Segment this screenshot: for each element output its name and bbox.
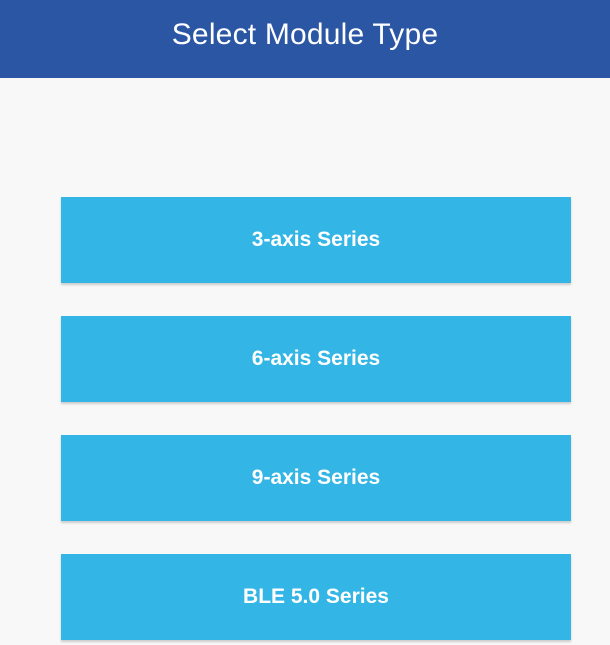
module-list: 3-axis Series 6-axis Series 9-axis Serie… [61,197,571,645]
module-button-label: 3-axis Series [251,228,381,251]
app-header: Select Module Type [0,0,610,78]
module-button-label: BLE 5.0 Series [243,585,389,608]
module-3-axis-button[interactable]: 3-axis Series [61,197,571,283]
module-9-axis-button[interactable]: 9-axis Series [61,435,571,521]
module-ble-5-button[interactable]: BLE 5.0 Series [61,554,571,640]
page-title: Select Module Type [171,18,439,51]
module-button-label: 6-axis Series [251,347,381,370]
module-button-label: 9-axis Series [251,466,381,489]
module-select-screen: Select Module Type 3-axis Series 6-axis … [0,0,610,645]
module-6-axis-button[interactable]: 6-axis Series [61,316,571,402]
